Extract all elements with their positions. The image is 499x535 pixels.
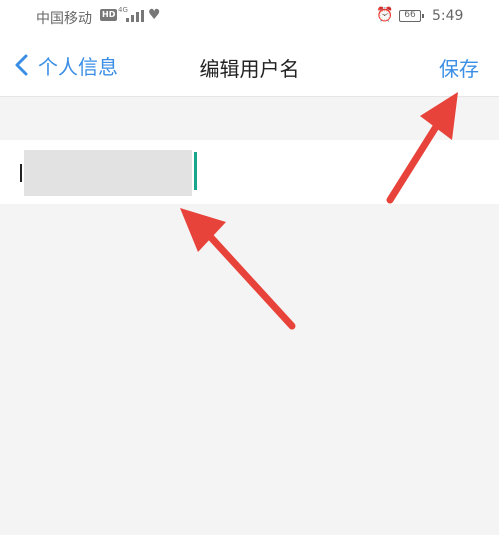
clock-time: 5:49 [432,8,464,24]
page-title: 编辑用户名 [199,57,300,81]
carrier-label: 中国移动 [36,11,92,27]
status-bar: 中国移动 HD 4G ♥ ⏰ 66 5:49 [0,0,499,34]
username-input[interactable] [24,150,192,196]
heart-icon: ♥ [148,7,161,23]
battery-icon: 66 [399,10,424,22]
signal-icon [126,10,144,22]
hd-icon: HD [100,9,118,21]
text-cursor [20,164,22,182]
alarm-icon: ⏰ [376,7,394,23]
navigation-bar: 个人信息 编辑用户名 保存 [0,34,499,97]
save-button[interactable]: 保存 [439,53,479,82]
selection-handle [194,152,197,190]
